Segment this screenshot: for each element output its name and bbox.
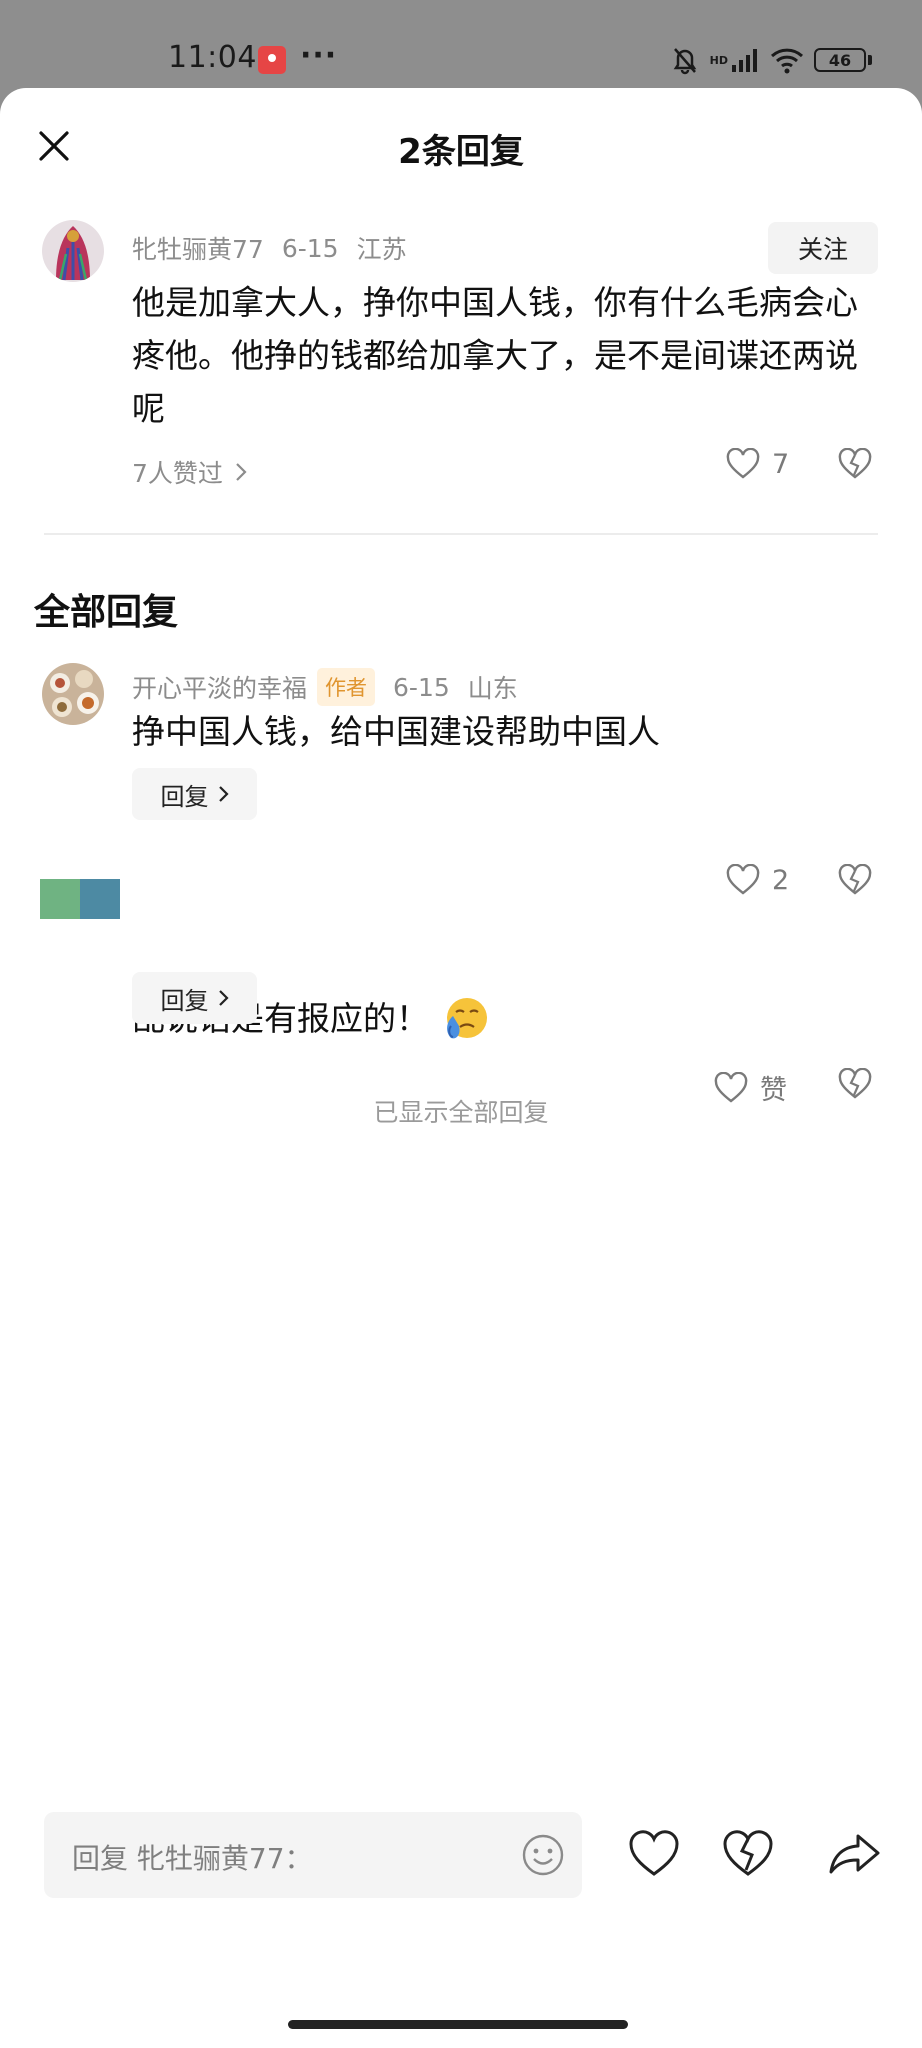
- status-bar: 11:04 ··· HD 46: [0, 0, 922, 90]
- crying-emoji-icon: [447, 997, 487, 1038]
- follow-button[interactable]: 关注: [768, 222, 878, 274]
- reply-date: 6-15: [393, 672, 450, 702]
- dislike-button[interactable]: [838, 448, 872, 480]
- reply-meta: 开心平淡的幸福 作者 6-15 山东: [132, 668, 518, 706]
- likers-link[interactable]: 7人赞过: [132, 454, 249, 490]
- heart-icon[interactable]: [626, 1826, 682, 1882]
- share-icon[interactable]: [826, 1826, 882, 1882]
- reply-button-label: 回复: [160, 986, 209, 1015]
- reply-button[interactable]: 回复: [132, 972, 257, 1024]
- battery-tip: [868, 55, 872, 65]
- section-title: 全部回复: [34, 592, 179, 633]
- username[interactable]: 开心平淡的幸福: [132, 669, 307, 705]
- like-count: 2: [772, 864, 790, 896]
- sheet-title: 2条回复: [398, 132, 524, 172]
- like-count: 7: [772, 448, 790, 480]
- emoji-picker-icon[interactable]: [520, 1832, 566, 1878]
- chevron-right-icon: [218, 786, 229, 802]
- heart-icon: [726, 864, 760, 895]
- heart-icon: [726, 448, 760, 479]
- replies-sheet: 2条回复 牝牡骊黄77 6-15 江苏 关注 他是加拿大人，挣你中国人钱，你有什…: [0, 88, 922, 2048]
- avatar[interactable]: [42, 220, 104, 282]
- more-notifications-icon: ···: [300, 38, 338, 73]
- home-indicator[interactable]: [288, 2020, 628, 2029]
- divider: [44, 533, 878, 535]
- end-of-replies-note: 已显示全部回复: [373, 1098, 549, 1127]
- broken-heart-icon: [838, 448, 872, 479]
- author-badge: 作者: [317, 668, 376, 706]
- signal-icon: HD: [710, 47, 760, 73]
- reply-button[interactable]: 回复: [132, 768, 257, 820]
- reply-input-placeholder: 回复 牝牡骊黄77：: [72, 1842, 313, 1875]
- battery-icon: 46: [814, 48, 866, 72]
- chevron-right-icon: [218, 990, 229, 1006]
- broken-heart-icon: [838, 864, 872, 895]
- reply-text: 挣中国人钱，给中国建设帮助中国人: [132, 712, 660, 751]
- reply-location: 山东: [467, 674, 518, 703]
- avatar[interactable]: [42, 663, 104, 725]
- likers-text: 7人赞过: [132, 459, 223, 488]
- status-icons: HD 46: [670, 42, 872, 78]
- comment-date: 6-15: [281, 233, 339, 263]
- avatar-redacted: [40, 879, 122, 919]
- broken-heart-icon[interactable]: [720, 1826, 776, 1882]
- reply-button-label: 回复: [160, 782, 209, 811]
- dislike-button[interactable]: [838, 864, 872, 896]
- like-button[interactable]: 7: [726, 448, 789, 480]
- app-notification-icon: [258, 46, 286, 74]
- status-time: 11:04: [168, 40, 257, 75]
- comment-location: 江苏: [356, 235, 407, 264]
- comment-text: 他是加拿大人，挣你中国人钱，你有什么毛病会心疼他。他挣的钱都给加拿大了，是不是间…: [132, 283, 858, 428]
- comment-meta: 牝牡骊黄77 6-15 江苏: [132, 230, 407, 266]
- wifi-icon: [770, 46, 804, 74]
- mute-bell-icon: [670, 45, 700, 75]
- username[interactable]: 牝牡骊黄77: [132, 230, 264, 266]
- reply-input[interactable]: 回复 牝牡骊黄77：: [44, 1812, 582, 1898]
- chevron-right-icon: [236, 463, 247, 481]
- like-button[interactable]: 2: [726, 864, 789, 896]
